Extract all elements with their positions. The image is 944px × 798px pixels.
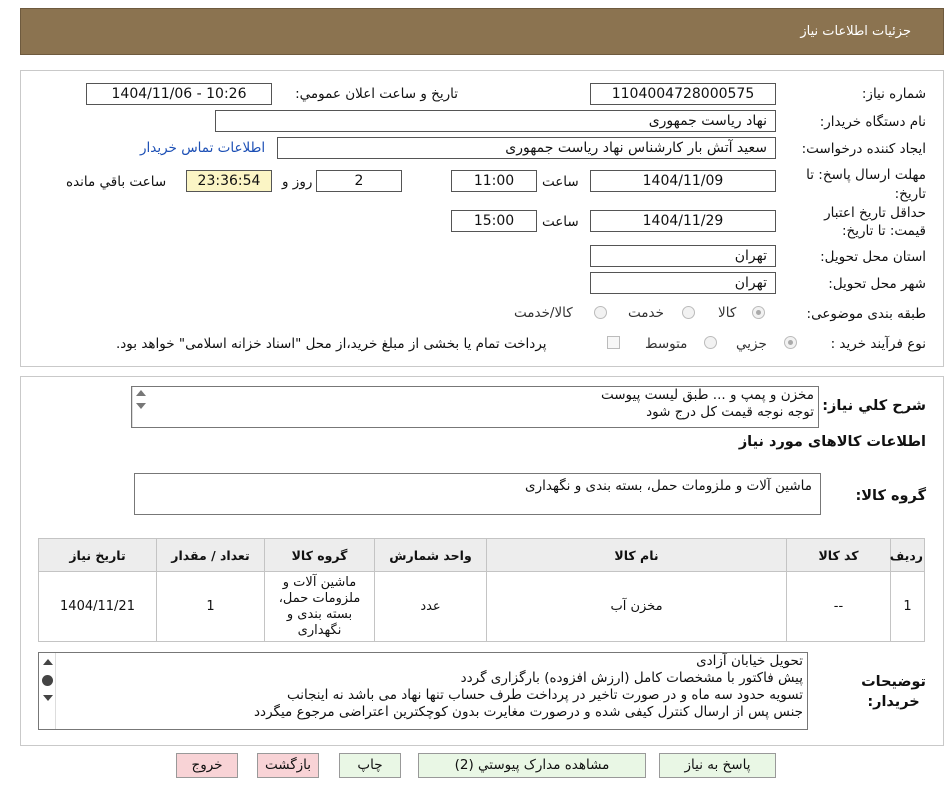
city-field[interactable]: تهران xyxy=(590,272,776,294)
summary-scrollbar[interactable] xyxy=(132,387,149,427)
deadline-label-line1: مهلت ارسال پاسخ: تا xyxy=(806,167,926,183)
deadline-time-field[interactable]: 11:00 xyxy=(451,170,537,192)
buyer-notes-label: توضیحات خریدار: xyxy=(861,672,926,712)
category-service-radio[interactable] xyxy=(682,306,695,319)
page-header: جزئیات اطلاعات نیاز xyxy=(20,8,944,55)
buyer-note-line: جنس پس از ارسال کنترل کیفی شده و درصورت … xyxy=(254,704,803,720)
buyer-contact-link[interactable]: اطلاعات تماس خریدار xyxy=(140,140,265,156)
city-label: شهر محل تحویل: xyxy=(828,276,926,292)
process-medium-label: متوسط xyxy=(645,336,688,352)
back-button[interactable]: بازگشت xyxy=(257,753,319,778)
cell-group: ماشین آلات و ملزومات حمل، بسته بندی و نگ… xyxy=(264,571,375,642)
buyer-note-line: پیش فاکتور با مشخصات کامل (ارزش افزوده) … xyxy=(460,670,803,686)
province-field[interactable]: تهران xyxy=(590,245,776,267)
col-unit: واحد شمارش xyxy=(374,538,487,572)
items-table-header: ردیف کد کالا نام کالا واحد شمارش گروه کا… xyxy=(38,538,925,572)
treasury-payment-note: پرداخت تمام یا بخشی از مبلغ خرید،از محل … xyxy=(116,336,547,352)
process-type-label: نوع فرآیند خرید : xyxy=(830,336,926,352)
print-button[interactable]: چاپ xyxy=(339,753,401,778)
need-number-field[interactable]: 1104004728000575 xyxy=(590,83,776,105)
requester-field[interactable]: سعید آتش بار کارشناس نهاد رياست جمهوری xyxy=(277,137,776,159)
process-minor-label: جزیي xyxy=(736,336,767,352)
cell-code: -- xyxy=(786,571,891,642)
days-remaining-field: 2 xyxy=(316,170,402,192)
buyer-notes-scrollbar[interactable] xyxy=(39,653,56,729)
scroll-thumb[interactable] xyxy=(42,675,53,686)
validity-label-line1: حداقل تاریخ اعتبار xyxy=(824,205,926,221)
reply-button[interactable]: پاسخ به نیاز xyxy=(659,753,776,778)
announce-datetime-label: تاریخ و ساعت اعلان عمومي: xyxy=(295,86,458,102)
category-label: طبقه بندی موضوعی: xyxy=(806,306,926,322)
summary-label: شرح کلي نیاز: xyxy=(822,398,926,414)
col-row: ردیف xyxy=(890,538,925,572)
goods-group-label: گروه کالا: xyxy=(855,488,926,504)
col-name: نام کالا xyxy=(486,538,787,572)
buyer-note-line: تحویل خیابان آزادی xyxy=(696,653,803,669)
deadline-time-label: ساعت xyxy=(542,174,579,190)
deadline-label-line2: تاریخ: xyxy=(894,186,926,202)
exit-button[interactable]: خروج xyxy=(176,753,238,778)
announce-datetime-field[interactable]: 1404/11/06 - 10:26 xyxy=(86,83,272,105)
col-code: کد کالا xyxy=(786,538,891,572)
col-need-date: تاریخ نیاز xyxy=(38,538,157,572)
summary-line-2: توجه نوجه قیمت کل درج شود xyxy=(646,404,814,420)
validity-time-field[interactable]: 15:00 xyxy=(451,210,537,232)
col-quantity: تعداد / مقدار xyxy=(156,538,265,572)
table-row: 1 -- مخزن آب عدد ماشین آلات و ملزومات حم… xyxy=(38,571,925,642)
process-minor-radio[interactable] xyxy=(784,336,797,349)
buyer-org-label: نام دستگاه خریدار: xyxy=(819,114,926,130)
items-table: ردیف کد کالا نام کالا واحد شمارش گروه کا… xyxy=(38,538,925,642)
cell-need-date: 1404/11/21 xyxy=(38,571,157,642)
view-attachments-button[interactable]: مشاهده مدارک پیوستي (2) xyxy=(418,753,646,778)
remaining-time-field: 23:36:54 xyxy=(186,170,272,192)
cell-name: مخزن آب xyxy=(486,571,787,642)
days-label: روز و xyxy=(282,174,313,190)
goods-section-title: اطلاعات کالاهای مورد نیاز xyxy=(738,434,926,450)
col-group: گروه کالا xyxy=(264,538,375,572)
province-label: استان محل تحویل: xyxy=(820,249,926,265)
cell-unit: عدد xyxy=(374,571,487,642)
cell-quantity: 1 xyxy=(156,571,265,642)
deadline-date-field[interactable]: 1404/11/09 xyxy=(590,170,776,192)
category-service-label: خدمت xyxy=(628,305,664,321)
page-title: جزئیات اطلاعات نیاز xyxy=(800,24,911,39)
buyer-notes-label-line2: خریدار: xyxy=(867,694,920,710)
validity-date-field[interactable]: 1404/11/29 xyxy=(590,210,776,232)
validity-label: حداقل تاریخ اعتبار قیمت: تا تاریخ: xyxy=(824,204,926,240)
process-medium-radio[interactable] xyxy=(704,336,717,349)
category-goods-radio[interactable] xyxy=(752,306,765,319)
category-goods-service-label: کالا/خدمت xyxy=(514,305,573,321)
buyer-note-line: تسویه حدود سه ماه و در صورت تاخیر در پرد… xyxy=(286,687,803,703)
deadline-label: مهلت ارسال پاسخ: تا تاریخ: xyxy=(806,166,926,204)
summary-line-1: مخزن و پمپ و ... طبق لیست پیوست xyxy=(600,387,814,403)
goods-group-field[interactable]: ماشین آلات و ملزومات حمل، بسته بندی و نگ… xyxy=(134,473,821,515)
remaining-time-label: ساعت باقي مانده xyxy=(66,174,167,190)
cell-row: 1 xyxy=(890,571,925,642)
need-number-label: شماره نیاز: xyxy=(861,86,926,102)
validity-time-label: ساعت xyxy=(542,214,579,230)
goods-group-value: ماشین آلات و ملزومات حمل، بسته بندی و نگ… xyxy=(525,478,812,494)
requester-label: ایجاد کننده درخواست: xyxy=(801,141,926,157)
summary-textarea[interactable]: مخزن و پمپ و ... طبق لیست پیوست توجه نوج… xyxy=(131,386,819,428)
category-goods-label: کالا xyxy=(718,305,737,321)
category-goods-service-radio[interactable] xyxy=(594,306,607,319)
treasury-payment-checkbox[interactable] xyxy=(607,336,620,349)
validity-label-line2: قیمت: تا تاریخ: xyxy=(842,223,926,239)
buyer-notes-textarea[interactable]: تحویل خیابان آزادی پیش فاکتور با مشخصات … xyxy=(38,652,808,730)
buyer-notes-label-line1: توضیحات xyxy=(861,674,926,690)
buyer-org-field[interactable]: نهاد رياست جمهوری xyxy=(215,110,776,132)
